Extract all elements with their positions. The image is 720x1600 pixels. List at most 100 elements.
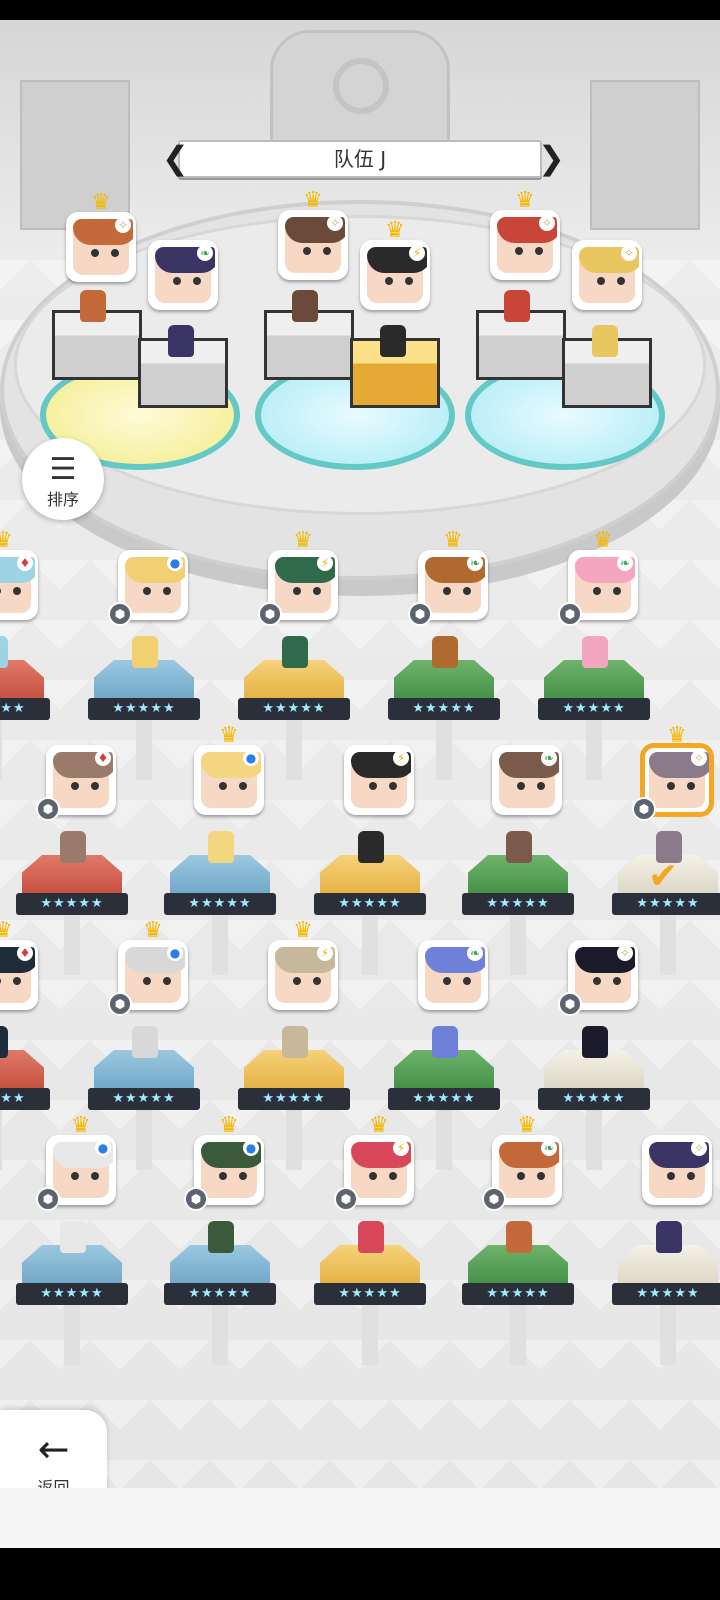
hero-eye (313, 977, 321, 985)
equipment-badge-icon: ⬢ (108, 992, 132, 1016)
star-rating: ★★★★★ (88, 1088, 200, 1110)
formation-hero-portrait[interactable]: ✧ (278, 210, 348, 280)
hero-pedestal[interactable]: ★★★★★ (164, 855, 276, 975)
equipment-badge-icon: ⬢ (632, 797, 656, 821)
hero-eye (443, 977, 451, 985)
hero-pedestal[interactable]: ★★★★★ (462, 1245, 574, 1365)
star-rating: ★★★★★ (16, 893, 128, 915)
green-element-icon: ❧ (617, 555, 633, 571)
star-rating: ★★★★★ (88, 698, 200, 720)
pedestal-stem (510, 915, 526, 975)
hero-sprite (432, 1026, 458, 1058)
sort-button[interactable]: ☰ 排序 (22, 438, 104, 520)
hero-pedestal[interactable]: ★★★★★ (462, 855, 574, 975)
crown-icon: ♛ (667, 723, 687, 748)
crown-icon: ♛ (303, 188, 323, 213)
chevron-right-icon[interactable]: ❯ (538, 138, 565, 180)
crown-icon: ♛ (91, 190, 111, 215)
pillar-right (590, 80, 700, 230)
formation-hero-portrait[interactable]: ✧ (572, 240, 642, 310)
hero-eye (13, 977, 21, 985)
temple-crest (270, 30, 450, 150)
formation-hero-portrait[interactable]: ⚡ (360, 240, 430, 310)
hero-sprite (358, 831, 384, 863)
equipment-badge-icon: ⬢ (36, 1187, 60, 1211)
hero-pedestal[interactable]: ★★★★★ (314, 1245, 426, 1365)
pedestal-stem (212, 1305, 228, 1365)
star-rating: ★★★★★ (538, 1088, 650, 1110)
star-rating: ★★★★★ (538, 698, 650, 720)
hero-eye (389, 1172, 397, 1180)
system-nav-bar (0, 1548, 720, 1600)
pedestal-stem (586, 1110, 602, 1170)
equipment-badge-icon: ⬢ (36, 797, 60, 821)
hero-pedestal[interactable]: ★★★★★ (88, 660, 200, 780)
crown-icon: ♛ (219, 1113, 239, 1138)
roster-hero-portrait[interactable]: ⚡ (268, 940, 338, 1010)
star-rating: ★★★★★ (314, 893, 426, 915)
pedestal-stem (436, 720, 452, 780)
white-element-icon: ✧ (617, 945, 633, 961)
hero-eye (313, 587, 321, 595)
roster-hero-portrait[interactable]: ♦ (0, 550, 38, 620)
roster-hero-portrait[interactable]: ❧ (418, 940, 488, 1010)
hero-eye (593, 587, 601, 595)
star-rating: ★★★★★ (238, 1088, 350, 1110)
hero-pedestal[interactable]: ★★★★★ (16, 1245, 128, 1365)
roster-hero-portrait[interactable]: ♦ (0, 940, 38, 1010)
hero-pedestal[interactable]: ★★★★★ (538, 1050, 650, 1170)
hero-eye (535, 247, 543, 255)
crown-icon: ♛ (0, 528, 13, 553)
hero-pedestal[interactable]: ★★★★★ (16, 855, 128, 975)
roster-hero-portrait[interactable]: ✧ (642, 1135, 712, 1205)
blue-element-icon: ● (243, 750, 259, 766)
star-rating: ★★★★★ (462, 893, 574, 915)
hero-eye (163, 977, 171, 985)
hero-pedestal[interactable]: ★★★★★ (238, 1050, 350, 1170)
pedestal-stem (660, 1305, 676, 1365)
star-rating: ★★★★★ (16, 1283, 128, 1305)
roster-hero-portrait[interactable]: ● (194, 745, 264, 815)
hero-pedestal[interactable]: ★★★★★ (538, 660, 650, 780)
pedestal-stem (212, 915, 228, 975)
equipment-badge-icon: ⬢ (558, 602, 582, 626)
arrow-left-icon: ← (37, 1427, 70, 1471)
hero-pedestal[interactable]: ★★★★★ (612, 1245, 720, 1365)
hero-eye (537, 782, 545, 790)
hero-eye (0, 977, 1, 985)
hero-eye (613, 587, 621, 595)
hero-pedestal[interactable]: ★★★★★ (0, 660, 50, 780)
team-name: 队伍 J (333, 147, 387, 171)
hero-pedestal[interactable]: ★★★★★ (238, 660, 350, 780)
hero-pedestal[interactable]: ★★★★★ (314, 855, 426, 975)
star-rating: ★★★★★ (238, 698, 350, 720)
equipment-badge-icon: ⬢ (108, 602, 132, 626)
hero-eye (0, 587, 1, 595)
hero-pedestal[interactable]: ★★★★★ (0, 1050, 50, 1170)
hero-pedestal[interactable]: ★★★★★ (388, 1050, 500, 1170)
formation-hero-portrait[interactable]: ✧ (490, 210, 560, 280)
equipment-badge-icon: ⬢ (558, 992, 582, 1016)
hero-eye (617, 277, 625, 285)
selected-check-icon: ✔ (648, 856, 679, 897)
yellow-element-icon: ⚡ (393, 750, 409, 766)
equipment-badge-icon: ⬢ (408, 602, 432, 626)
green-element-icon: ❧ (541, 750, 557, 766)
hero-sprite (208, 831, 234, 863)
red-element-icon: ♦ (95, 750, 111, 766)
hero-eye (111, 249, 119, 257)
roster-hero-portrait[interactable]: ⚡ (344, 745, 414, 815)
hero-eye (91, 1172, 99, 1180)
hero-sprite (0, 636, 8, 668)
hero-sprite (0, 1026, 8, 1058)
hero-sprite (358, 1221, 384, 1253)
red-element-icon: ♦ (17, 555, 33, 571)
formation-hero-portrait[interactable]: ❧ (148, 240, 218, 310)
hero-pedestal[interactable]: ★★★★★ (388, 660, 500, 780)
roster-hero-portrait[interactable]: ❧ (492, 745, 562, 815)
hero-eye (293, 977, 301, 985)
formation-hero-portrait[interactable]: ✧ (66, 212, 136, 282)
hero-pedestal[interactable]: ★★★★★ (88, 1050, 200, 1170)
hero-pedestal[interactable]: ★★★★★ (164, 1245, 276, 1365)
hero-eye (239, 782, 247, 790)
